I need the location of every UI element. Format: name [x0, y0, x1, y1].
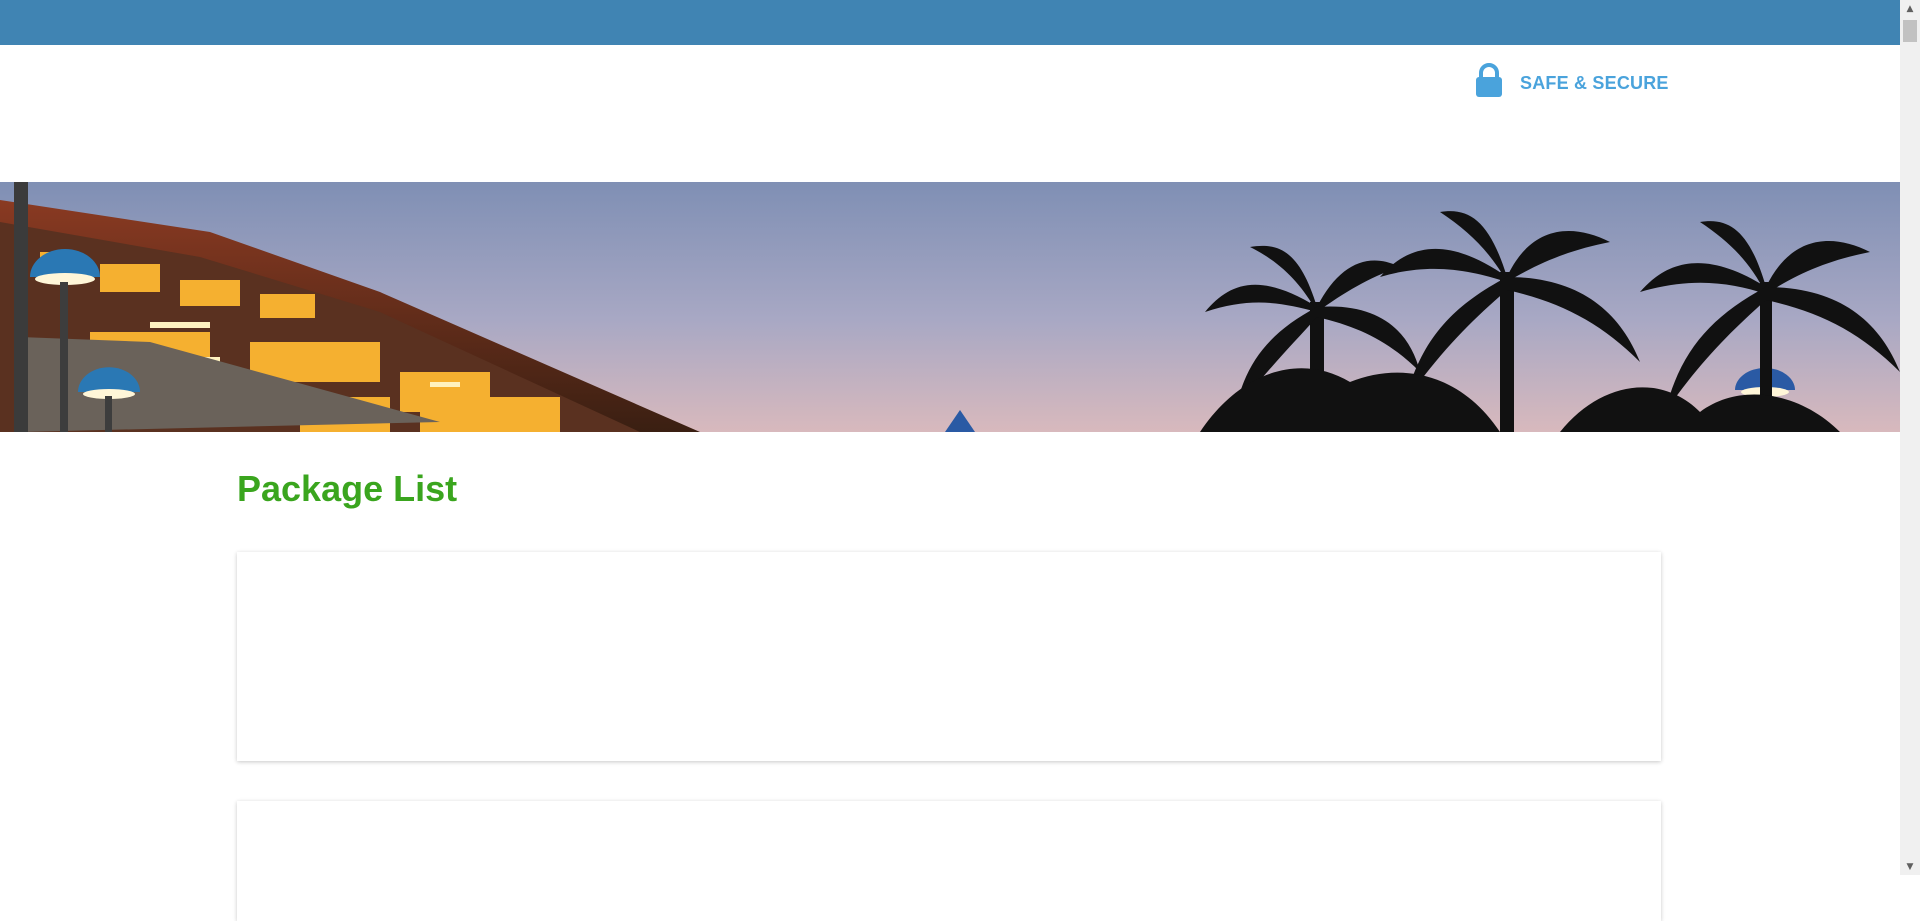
- vertical-scrollbar[interactable]: ▲ ▼: [1900, 0, 1920, 875]
- safe-secure-badge: SAFE & SECURE: [1474, 62, 1669, 98]
- scroll-down-arrow-icon[interactable]: ▼: [1900, 858, 1920, 875]
- top-bar: [0, 0, 1900, 45]
- banner-image: [0, 182, 1900, 432]
- package-card[interactable]: [237, 801, 1661, 921]
- page-title: Package List: [237, 468, 458, 509]
- package-card[interactable]: [237, 552, 1661, 761]
- lock-icon: [1474, 63, 1504, 97]
- safe-secure-label: SAFE & SECURE: [1520, 72, 1669, 93]
- hero-banner: [0, 182, 1900, 432]
- scroll-up-arrow-icon[interactable]: ▲: [1900, 0, 1920, 17]
- scroll-thumb[interactable]: [1903, 20, 1917, 42]
